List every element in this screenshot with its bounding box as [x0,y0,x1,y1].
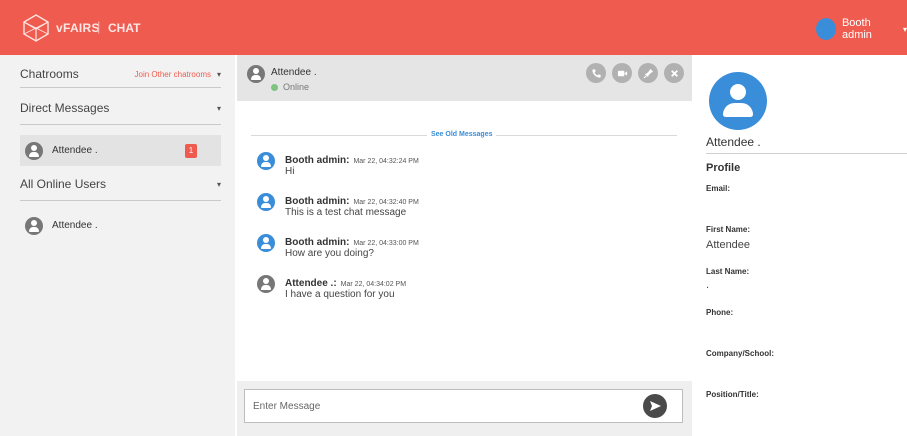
divider [20,124,221,125]
sidebar: Chatrooms Join Other chatrooms ▾ Direct … [0,55,235,436]
user-icon [257,193,275,211]
unread-badge: 1 [185,143,197,158]
message-text: How are you doing? [285,248,374,259]
first-name-value: Attendee [706,239,751,251]
phone-icon [591,68,601,78]
message-time: Mar 22, 04:32:40 PM [353,199,419,206]
direct-message-item[interactable]: Attendee . 1 [20,135,221,166]
online-status: Online [271,82,309,92]
phone-button[interactable] [586,63,606,83]
message-composer [237,381,692,436]
profile-avatar [709,72,767,130]
divider [20,87,221,88]
profile-name: Attendee . [706,135,761,149]
divider [20,200,221,201]
chatrooms-section: Chatrooms Join Other chatrooms ▾ [20,67,221,81]
profile-title: Profile [706,162,741,174]
pin-button[interactable] [638,63,658,83]
video-button[interactable] [612,63,632,83]
chevron-down-icon[interactable]: ▾ [217,70,221,79]
chat-partner-name: Attendee . [271,67,317,78]
user-avatar [816,18,836,40]
message-sender: Booth admin: [285,155,350,166]
message-time: Mar 22, 04:33:00 PM [353,240,419,247]
online-users-title: All Online Users [20,177,107,191]
online-status-label: Online [283,82,310,92]
profile-panel: Attendee . Profile Email: First Name: At… [692,55,907,436]
message-time: Mar 22, 04:32:24 PM [353,158,419,165]
user-icon [257,275,275,293]
close-icon [670,69,678,77]
online-user-item[interactable]: Attendee . [20,210,221,241]
online-user-label: Attendee . [52,220,98,231]
user-menu[interactable]: Booth admin ▾ [816,17,907,41]
user-icon [247,65,265,83]
divider [706,153,907,154]
chat-actions [580,63,684,83]
company-label: Company/School: [706,349,775,358]
top-bar: vFAIRS | CHAT Booth admin ▾ [0,0,907,55]
message-text: I have a question for you [285,289,395,300]
user-icon [25,216,43,235]
chevron-down-icon: ▾ [902,24,907,34]
position-label: Position/Title: [706,390,759,399]
cube-logo-icon [23,14,49,42]
online-dot-icon [271,83,278,91]
user-name: Booth admin [841,17,872,41]
message-sender: Attendee .: [285,278,337,289]
message-text: Hi [285,166,295,177]
chevron-down-icon: ▾ [216,103,221,113]
last-name-label: Last Name: [706,267,750,276]
message-text: This is a test chat message [285,207,407,218]
send-icon [650,401,661,411]
brand-separator: | [97,19,101,34]
video-icon [617,70,627,76]
pin-icon [643,68,653,78]
chat-header: Attendee . Online [237,55,692,101]
last-name-value: . [706,279,710,291]
chevron-down-icon: ▾ [216,179,221,189]
online-users-toggle[interactable]: All Online Users ▾ [20,177,221,191]
direct-message-label: Attendee . [52,145,98,156]
user-icon [257,152,275,170]
join-chatrooms-link[interactable]: Join Other chatrooms [135,70,211,79]
phone-label: Phone: [706,308,734,317]
message-list: See Old Messages Booth admin: Mar 22, 04:… [237,101,692,381]
direct-messages-title: Direct Messages [20,101,110,115]
first-name-label: First Name: [706,225,751,234]
send-button[interactable] [643,394,667,418]
direct-messages-toggle[interactable]: Direct Messages ▾ [20,101,221,115]
message-input[interactable] [244,389,683,423]
message-sender: Booth admin: [285,237,350,248]
brand-name: vFAIRS [56,21,100,35]
section-title: CHAT [108,21,141,35]
see-old-messages-link[interactable]: See Old Messages [427,131,497,138]
user-icon [25,141,43,160]
email-label: Email: [706,184,731,193]
user-icon [257,234,275,252]
chatrooms-title: Chatrooms [20,67,79,81]
message-sender: Booth admin: [285,196,350,207]
close-button[interactable] [664,63,684,83]
message-time: Mar 22, 04:34:02 PM [340,281,407,288]
